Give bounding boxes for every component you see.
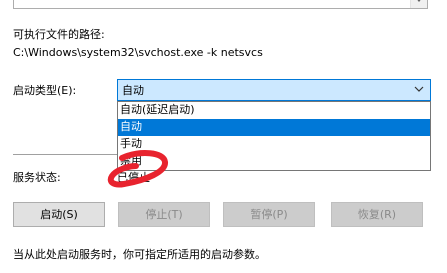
- description-textbox[interactable]: [13, 0, 428, 9]
- description-scrollbar[interactable]: [410, 0, 427, 8]
- startup-type-label: 启动类型(E):: [13, 84, 77, 97]
- dropdown-option-auto[interactable]: 自动: [118, 119, 430, 136]
- dropdown-option-auto-delayed[interactable]: 自动(延迟启动): [118, 102, 430, 119]
- resume-button[interactable]: 恢复(R): [331, 202, 423, 227]
- stop-button[interactable]: 停止(T): [118, 202, 210, 227]
- pause-button[interactable]: 暂停(P): [223, 202, 315, 227]
- startup-type-selected-value: 自动: [122, 84, 144, 97]
- chevron-down-icon[interactable]: [415, 0, 423, 2]
- chevron-down-icon[interactable]: [414, 84, 424, 94]
- service-properties-general-tab: 可执行文件的路径: C:\Windows\system32\svchost.ex…: [0, 0, 447, 273]
- startup-type-combobox[interactable]: 自动: [117, 79, 431, 101]
- path-label: 可执行文件的路径:: [13, 28, 105, 41]
- start-button[interactable]: 启动(S): [13, 202, 105, 227]
- service-status-label: 服务状态:: [13, 171, 61, 184]
- path-value: C:\Windows\system32\svchost.exe -k netsv…: [13, 46, 263, 59]
- start-parameters-hint: 当从此处启动服务时，你可指定所适用的启动参数。: [13, 248, 266, 261]
- red-marker-annotation: [107, 150, 168, 188]
